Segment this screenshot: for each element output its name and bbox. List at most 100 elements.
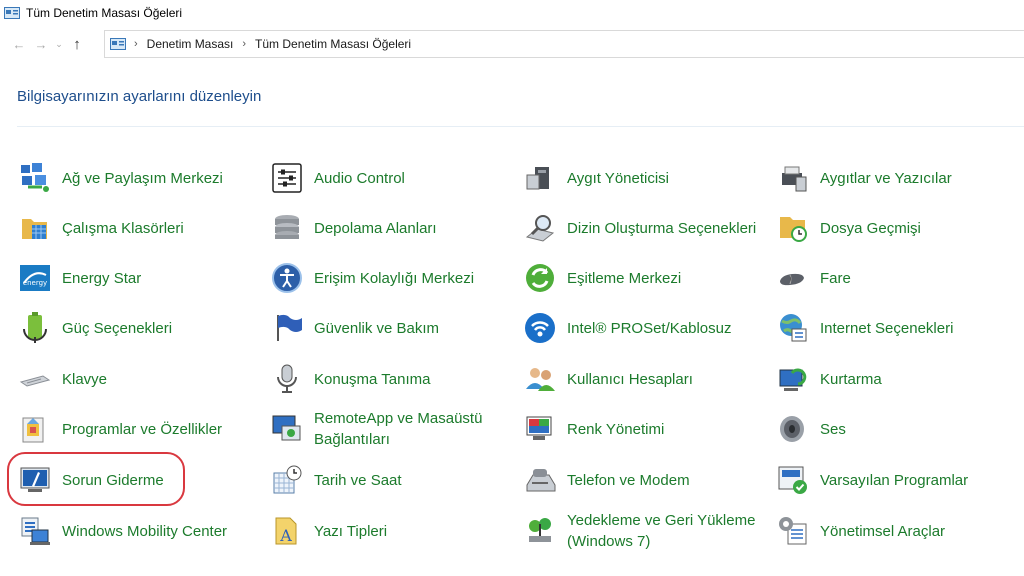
fonts-icon: A [270,514,304,548]
devices-printers-icon [776,161,810,195]
control-panel-item-label[interactable]: Dizin Oluşturma Seçenekleri [567,218,756,239]
power-options-icon [18,311,52,345]
control-panel-item-label[interactable]: Eşitleme Merkezi [567,268,681,289]
breadcrumb-separator-icon[interactable]: › [242,38,246,50]
control-panel-item[interactable]: Sorun Giderme [18,456,164,504]
remoteapp-icon [270,412,304,446]
title-bar: Tüm Denetim Masası Öğeleri [0,0,1024,26]
control-panel-item[interactable]: Dosya Geçmişi [776,204,921,252]
control-panel-item[interactable]: Kurtarma [776,355,882,403]
control-panel-item[interactable]: Programlar ve Özellikler [18,405,222,453]
control-panel-item[interactable]: Klavye [18,355,107,403]
mouse-icon [776,261,810,295]
control-panel-item-label[interactable]: Yedekleme ve Geri Yükleme (Windows 7) [567,510,757,552]
default-programs-icon [776,463,810,497]
control-panel-item[interactable]: Depolama Alanları [270,204,437,252]
recent-locations-chevron-icon[interactable]: ⌄ [52,33,66,55]
control-panel-item-label[interactable]: Aygıtlar ve Yazıcılar [820,168,952,189]
control-panel-item[interactable]: Ağ ve Paylaşım Merkezi [18,154,223,202]
control-panel-item-label[interactable]: Klavye [62,369,107,390]
security-maintenance-icon [270,311,304,345]
control-panel-item-label[interactable]: Sorun Giderme [62,470,164,491]
control-panel-item[interactable]: Güvenlik ve Bakım [270,304,439,352]
user-accounts-icon [523,362,557,396]
control-panel-item-label[interactable]: Kullanıcı Hesapları [567,369,693,390]
control-panel-item[interactable]: energy Energy Star [18,254,141,302]
audio-control-icon [270,161,304,195]
indexing-options-icon [523,211,557,245]
control-panel-item[interactable]: Yönetimsel Araçlar [776,507,945,555]
ease-of-access-icon [270,261,304,295]
control-panel-item[interactable]: Renk Yönetimi [523,405,664,453]
control-panel-item[interactable]: Eşitleme Merkezi [523,254,681,302]
page-heading: Bilgisayarınızın ayarlarını düzenleyin [17,88,262,105]
internet-options-icon [776,311,810,345]
control-panel-item[interactable]: Varsayılan Programlar [776,456,968,504]
control-panel-item-label[interactable]: Ses [820,419,846,440]
control-panel-item-label[interactable]: Yazı Tipleri [314,521,387,542]
up-arrow-icon[interactable]: ↑ [66,33,88,55]
control-panel-item[interactable]: Konuşma Tanıma [270,355,430,403]
control-panel-item[interactable]: Internet Seçenekleri [776,304,953,352]
control-panel-item[interactable]: Dizin Oluşturma Seçenekleri [523,204,756,252]
control-panel-item[interactable]: Tarih ve Saat [270,456,402,504]
svg-text:energy: energy [23,279,47,287]
control-panel-item[interactable]: Yedekleme ve Geri Yükleme (Windows 7) [523,507,757,555]
back-arrow-icon[interactable]: ← [8,33,30,55]
control-panel-item[interactable]: Aygıtlar ve Yazıcılar [776,154,952,202]
control-panel-item-label[interactable]: Fare [820,268,851,289]
control-panel-icon [4,7,20,19]
control-panel-item[interactable]: Telefon ve Modem [523,456,690,504]
programs-icon [18,412,52,446]
control-panel-item-label[interactable]: Kurtarma [820,369,882,390]
control-panel-item-label[interactable]: Intel® PROSet/Kablosuz [567,318,731,339]
control-panel-item-label[interactable]: Tarih ve Saat [314,470,402,491]
control-panel-item-label[interactable]: Depolama Alanları [314,218,437,239]
control-panel-item-label[interactable]: Çalışma Klasörleri [62,218,184,239]
svg-text:A: A [279,526,292,545]
breadcrumb-item[interactable]: Tüm Denetim Masası Öğeleri [255,37,411,51]
control-panel-item-label[interactable]: Erişim Kolaylığı Merkezi [314,268,474,289]
control-panel-item-label[interactable]: Aygıt Yöneticisi [567,168,669,189]
breadcrumb-separator-icon[interactable]: › [134,38,138,50]
control-panel-item[interactable]: Ses [776,405,846,453]
control-panel-item[interactable]: Güç Seçenekleri [18,304,172,352]
mobility-center-icon [18,514,52,548]
forward-arrow-icon[interactable]: → [30,33,52,55]
energy-star-icon: energy [18,261,52,295]
admin-tools-icon [776,514,810,548]
control-panel-item-label[interactable]: Windows Mobility Center [62,521,227,542]
control-panel-item[interactable]: Windows Mobility Center [18,507,227,555]
network-icon [18,161,52,195]
control-panel-item-label[interactable]: Audio Control [314,168,405,189]
control-panel-item-label[interactable]: Ağ ve Paylaşım Merkezi [62,168,223,189]
address-field[interactable]: › Denetim Masası › Tüm Denetim Masası Öğ… [104,30,1024,58]
control-panel-item-label[interactable]: Energy Star [62,268,141,289]
control-panel-item[interactable]: Intel® PROSet/Kablosuz [523,304,731,352]
control-panel-item-label[interactable]: Internet Seçenekleri [820,318,953,339]
control-panel-item-label[interactable]: Programlar ve Özellikler [62,419,222,440]
control-panel-item-label[interactable]: Varsayılan Programlar [820,470,968,491]
control-panel-item[interactable]: Çalışma Klasörleri [18,204,184,252]
control-panel-item-label[interactable]: Güvenlik ve Bakım [314,318,439,339]
control-panel-item[interactable]: Aygıt Yöneticisi [523,154,669,202]
control-panel-item-label[interactable]: Yönetimsel Araçlar [820,521,945,542]
control-panel-item[interactable]: Audio Control [270,154,405,202]
control-panel-item[interactable]: Kullanıcı Hesapları [523,355,693,403]
control-panel-item[interactable]: Erişim Kolaylığı Merkezi [270,254,474,302]
address-bar: ← → ⌄ ↑ › Denetim Masası › Tüm Denetim M… [0,28,1024,60]
control-panel-item-label[interactable]: Telefon ve Modem [567,470,690,491]
control-panel-item-label[interactable]: Güç Seçenekleri [62,318,172,339]
control-panel-item[interactable]: Fare [776,254,851,302]
sound-icon [776,412,810,446]
troubleshooting-icon [18,463,52,497]
control-panel-item[interactable]: A Yazı Tipleri [270,507,387,555]
control-panel-item-label[interactable]: Dosya Geçmişi [820,218,921,239]
keyboard-icon [18,362,52,396]
control-panel-item-label[interactable]: Renk Yönetimi [567,419,664,440]
wireless-icon [523,311,557,345]
control-panel-item-label[interactable]: Konuşma Tanıma [314,369,430,390]
control-panel-item-label[interactable]: RemoteApp ve Masaüstü Bağlantıları [314,408,504,450]
control-panel-item[interactable]: RemoteApp ve Masaüstü Bağlantıları [270,405,504,453]
breadcrumb-item[interactable]: Denetim Masası [147,37,234,51]
